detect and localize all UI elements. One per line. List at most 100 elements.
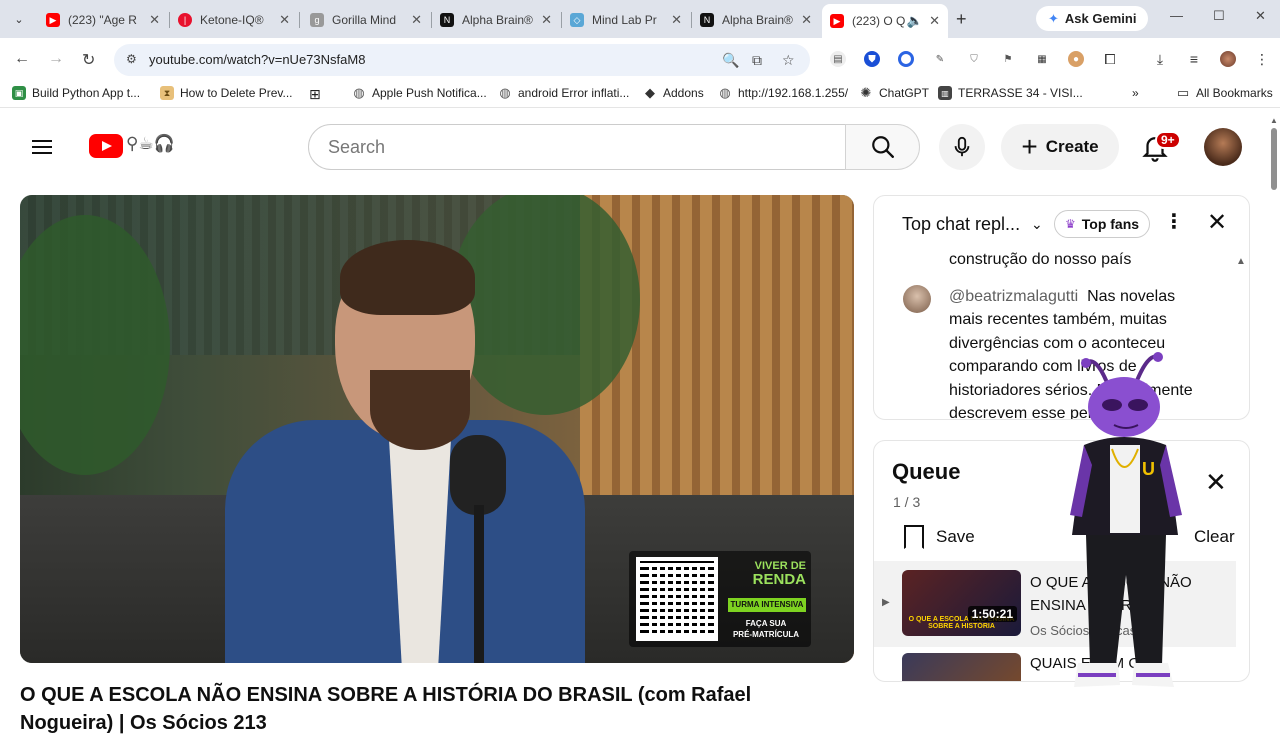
close-queue-icon[interactable]: ✕ [1205, 469, 1227, 495]
browser-tab-active[interactable]: ▶ (223) O Q 🔈 ✕ [822, 4, 948, 38]
forward-icon[interactable]: → [48, 50, 64, 68]
youtube-doodle-icon[interactable]: ⚲☕🎧 [126, 134, 175, 154]
extension-qr-icon[interactable]: ▦ [1034, 51, 1050, 67]
ask-gemini-button[interactable]: ✦ Ask Gemini [1036, 6, 1149, 31]
tab-search-chevron-icon[interactable]: ⌄ [8, 8, 30, 30]
chat-author-name[interactable]: @beatrizmalagutti [949, 288, 1078, 305]
more-options-icon[interactable]: ⋮ [1164, 212, 1184, 232]
queue-title: Queue [892, 459, 961, 484]
account-avatar[interactable] [1204, 128, 1242, 166]
search-button[interactable] [845, 124, 920, 170]
profile-avatar-icon[interactable] [1220, 51, 1236, 67]
chat-scroll-up-icon[interactable]: ▲ [1236, 256, 1246, 267]
bookmark-label: http://192.168.1.255/ [738, 86, 849, 100]
bookmark-item[interactable]: ◍ Apple Push Notifica... [352, 85, 486, 100]
search-placeholder: Search [328, 136, 386, 157]
address-bar[interactable]: ⚙ youtube.com/watch?v=nUe73NsfaM8 🔍 ⧉ ☆ [114, 44, 810, 76]
window-close-icon[interactable]: ✕ [1255, 8, 1266, 24]
youtube-icon: ▶ [830, 14, 844, 28]
video-duration: 1:50:21 [967, 606, 1017, 622]
browser-menu-icon[interactable]: ⋮ [1254, 51, 1270, 67]
back-icon[interactable]: ← [14, 50, 30, 68]
bookmark-item[interactable]: ⧗ How to Delete Prev... [160, 86, 293, 100]
page-scrollbar[interactable]: ▲ [1268, 114, 1280, 720]
browser-tab-5[interactable]: ◇ Mind Lab Pr ✕ [562, 6, 690, 34]
bookmark-label: How to Delete Prev... [180, 86, 293, 100]
close-chat-icon[interactable]: ✕ [1207, 211, 1227, 235]
bookmark-item[interactable]: ◍ android Error inflati... [498, 85, 629, 100]
queue-item-thumbnail[interactable]: O QUE A ESCOLA NÃO ENSINA SOBRE A HISTÓR… [902, 570, 1021, 636]
extension-avatar-icon[interactable]: ● [1068, 51, 1084, 67]
close-tab-icon[interactable]: ✕ [801, 12, 812, 28]
new-tab-icon[interactable]: + [956, 9, 967, 30]
top-fans-chip[interactable]: ♛ Top fans [1054, 210, 1151, 238]
youtube-logo[interactable] [89, 134, 123, 158]
browser-tab-1[interactable]: ▶ (223) "Age R ✕ [38, 6, 168, 34]
chat-author-avatar[interactable] [903, 285, 931, 313]
queue-item-thumbnail[interactable] [902, 653, 1021, 681]
promo-cta-line1: FAÇA SUA [745, 619, 787, 628]
scrollbar-thumb[interactable] [1271, 128, 1277, 190]
all-bookmarks-button[interactable]: ▭ All Bookmarks [1176, 85, 1273, 100]
scroll-up-arrow-icon[interactable]: ▲ [1270, 116, 1278, 125]
bookmark-item[interactable]: ▥ TERRASSE 34 - VISI... [938, 86, 1083, 100]
search-input[interactable]: Search [308, 124, 846, 170]
zoom-icon[interactable]: 🔍 [722, 52, 739, 69]
close-tab-icon[interactable]: ✕ [149, 12, 160, 28]
video-title: O QUE A ESCOLA NÃO ENSINA SOBRE A HISTÓR… [20, 684, 752, 706]
install-app-icon[interactable]: ⧉ [752, 52, 762, 69]
extension-puzzle-piece-icon[interactable]: ✎ [932, 51, 948, 67]
create-label: Create [1045, 137, 1099, 156]
extension-shield-icon[interactable]: ⛊ [864, 51, 880, 67]
close-tab-icon[interactable]: ✕ [411, 12, 422, 28]
crown-icon: ♛ [1065, 217, 1076, 231]
extension-circle-icon[interactable] [898, 51, 914, 67]
voice-search-button[interactable] [939, 124, 985, 170]
globe-icon: ◍ [499, 85, 511, 100]
all-bookmarks-label: All Bookmarks [1196, 86, 1273, 100]
chat-message-text: Nas novelas [1087, 288, 1176, 305]
close-tab-icon[interactable]: ✕ [671, 12, 682, 28]
chevron-down-icon[interactable]: ⌄ [1031, 216, 1043, 233]
extension-flag-icon[interactable]: ⚑ [1000, 51, 1016, 67]
onnit-icon: N [440, 13, 454, 27]
apps-grid-icon[interactable]: ⊞ [309, 86, 321, 103]
ant-mascot-overlay-icon[interactable]: U [1056, 345, 1196, 710]
hamburger-menu-icon[interactable] [32, 136, 52, 156]
tab-title: Ketone-IQ® [200, 13, 264, 27]
browser-tab-3[interactable]: g Gorilla Mind ✕ [302, 6, 430, 34]
site-info-icon[interactable]: ⚙ [126, 52, 137, 66]
reload-icon[interactable]: ↻ [82, 50, 95, 70]
chat-mode-selector[interactable]: Top chat repl... [902, 214, 1020, 235]
extension-media-icon[interactable]: ▤ [830, 51, 846, 67]
close-tab-icon[interactable]: ✕ [541, 12, 552, 28]
url-text[interactable]: youtube.com/watch?v=nUe73NsfaM8 [149, 52, 365, 67]
chat-message: @beatrizmalagutti Nas novelas [949, 285, 1175, 309]
save-queue-button[interactable]: Save [904, 525, 975, 549]
clear-queue-button[interactable]: Clear [1194, 527, 1235, 547]
media-controls-icon[interactable]: ≡ [1186, 51, 1202, 67]
more-bookmarks-chevron-icon[interactable]: » [1132, 86, 1139, 100]
bookmark-item[interactable]: ◍ http://192.168.1.255/ [718, 85, 849, 100]
bookmark-item[interactable]: ◆ Addons [643, 85, 704, 100]
close-tab-icon[interactable]: ✕ [929, 13, 940, 29]
bookmark-star-icon[interactable]: ☆ [782, 52, 795, 69]
maximize-icon[interactable]: ☐ [1213, 8, 1225, 24]
close-tab-icon[interactable]: ✕ [279, 12, 290, 28]
queue-count: 1 / 3 [893, 494, 921, 510]
audio-playing-icon[interactable]: 🔈 [907, 13, 923, 29]
create-button[interactable]: + Create [1001, 124, 1119, 170]
promo-cta-line2: PRÉ-MATRÍCULA [732, 630, 800, 639]
browser-tab-2[interactable]: | Ketone-IQ® ✕ [170, 6, 298, 34]
bookmark-item[interactable]: ✺ ChatGPT [859, 85, 929, 100]
browser-tab-4[interactable]: N Alpha Brain® ✕ [432, 6, 560, 34]
extension-shield-gray-icon[interactable]: ⛉ [966, 51, 982, 67]
download-icon[interactable]: ⤓ [1152, 51, 1168, 67]
browser-tab-6[interactable]: N Alpha Brain® ✕ [692, 6, 820, 34]
bookmark-item[interactable]: ▣ Build Python App t... [12, 86, 140, 100]
minimize-icon[interactable]: — [1170, 8, 1183, 23]
top-fans-label: Top fans [1081, 216, 1140, 232]
extensions-puzzle-icon[interactable]: ⧠ [1102, 51, 1118, 67]
bookmark-hourglass-icon: ⧗ [160, 86, 174, 100]
microphone-icon [954, 136, 970, 157]
